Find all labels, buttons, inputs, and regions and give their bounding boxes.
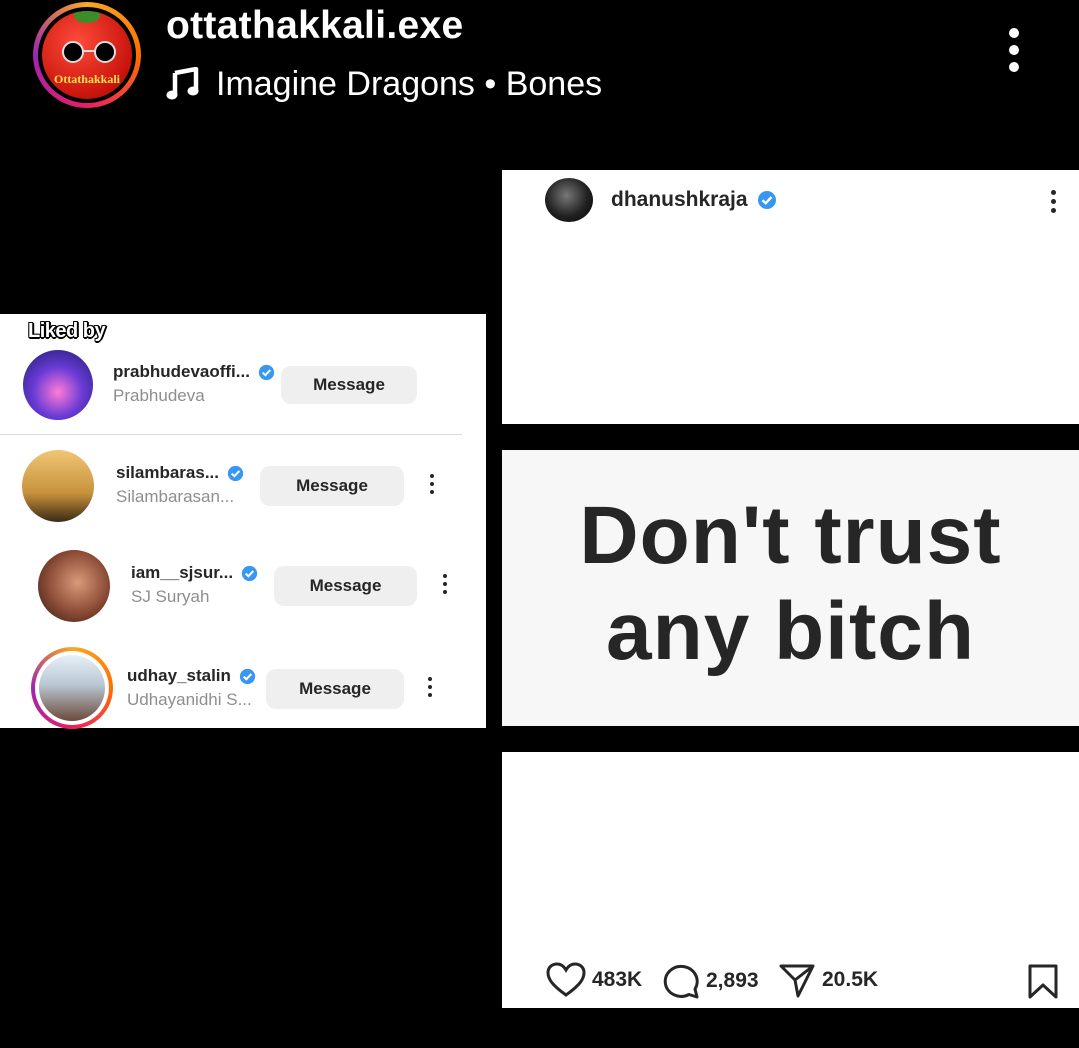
tomato-logo: Ottathakkali xyxy=(42,11,132,99)
verified-badge-icon xyxy=(241,565,258,581)
music-note-icon xyxy=(166,67,199,100)
liked-user-row[interactable]: udhay_stalin Udhayanidhi S... Message xyxy=(0,634,486,729)
message-button[interactable]: Message xyxy=(274,566,417,606)
heart-icon xyxy=(546,962,586,997)
message-button[interactable]: Message xyxy=(260,466,404,506)
more-options-icon[interactable] xyxy=(428,677,434,701)
comment-icon xyxy=(663,964,699,999)
full-name: Udhayanidhi S... xyxy=(127,690,252,709)
comments-count: 2,893 xyxy=(706,969,759,992)
message-button[interactable]: Message xyxy=(266,669,404,709)
message-button[interactable]: Message xyxy=(281,366,417,404)
username: silambaras... xyxy=(116,463,220,482)
music-label: Imagine Dragons • Bones xyxy=(216,64,603,103)
post-footer: 483K 2,893 20.5K xyxy=(502,752,1079,1008)
post-username[interactable]: dhanushkraja xyxy=(611,188,748,212)
likes-count: 483K xyxy=(592,968,643,991)
liked-user-row[interactable]: silambaras... Silambarasan... Message xyxy=(0,434,486,534)
username: iam__sjsur... xyxy=(131,563,234,582)
liked-user-row[interactable]: iam__sjsur... SJ Suryah Message xyxy=(0,534,486,634)
username: prabhudevaoffi... xyxy=(113,362,250,381)
liked-user-row[interactable]: prabhudevaoffi... Prabhudeva Message xyxy=(0,314,486,434)
quote-line-1: Don't trust xyxy=(579,490,1002,581)
post-header: dhanushkraja xyxy=(502,170,1079,424)
more-options-icon[interactable] xyxy=(443,574,449,598)
avatar-story-ring[interactable] xyxy=(31,647,113,729)
more-options-icon[interactable] xyxy=(1000,28,1028,82)
verified-badge-icon xyxy=(227,465,244,481)
avatar[interactable] xyxy=(22,450,94,522)
full-name: SJ Suryah xyxy=(131,587,210,606)
like-action[interactable]: 483K xyxy=(546,962,642,998)
username: udhay_stalin xyxy=(127,666,231,685)
sunglasses-icon xyxy=(58,41,120,63)
avatar[interactable] xyxy=(545,178,593,222)
comment-action[interactable]: 2,893 xyxy=(662,962,759,1000)
account-name[interactable]: ottathakkali.exe xyxy=(166,4,463,48)
verified-badge-icon xyxy=(757,191,776,209)
profile-avatar[interactable]: Ottathakkali xyxy=(33,2,141,108)
send-icon xyxy=(779,964,815,998)
bookmark-icon[interactable] xyxy=(1027,964,1059,1000)
music-info[interactable]: Imagine Dragons • Bones xyxy=(166,62,602,106)
avatar-brand-text: Ottathakkali xyxy=(53,72,120,86)
share-action[interactable]: 20.5K xyxy=(778,962,878,998)
liked-by-panel: Liked by prabhudevaoffi... Prabhudeva Me… xyxy=(0,314,486,729)
shares-count: 20.5K xyxy=(822,968,879,991)
post-more-options-icon[interactable] xyxy=(1051,190,1057,217)
full-name: Silambarasan... xyxy=(116,487,235,506)
quote-line-2: any bitch xyxy=(606,586,975,677)
avatar[interactable] xyxy=(23,350,93,420)
post-image[interactable]: Don't trust any bitch xyxy=(502,450,1079,726)
avatar[interactable] xyxy=(38,550,110,622)
verified-badge-icon xyxy=(258,364,275,380)
verified-badge-icon xyxy=(239,668,256,684)
more-options-icon[interactable] xyxy=(430,474,436,498)
full-name: Prabhudeva xyxy=(113,386,205,405)
